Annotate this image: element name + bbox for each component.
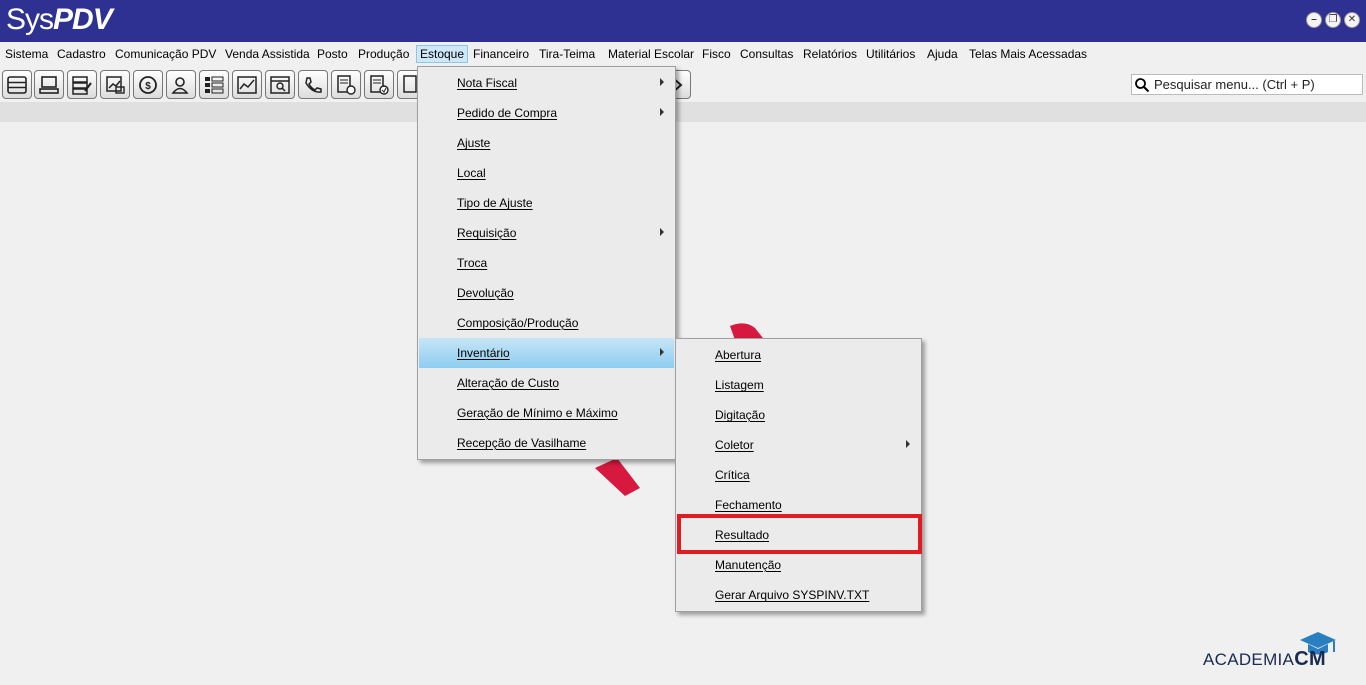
menu-producao[interactable]: Produção <box>356 46 411 62</box>
menu-item-geracao-minimo-maximo[interactable]: Geração de Mínimo e Máximo <box>419 398 674 428</box>
submenu-item-coletor[interactable]: Coletor <box>677 430 920 460</box>
menu-item-devolucao[interactable]: Devolução <box>419 278 674 308</box>
document-check-icon[interactable] <box>364 70 394 99</box>
menu-financeiro[interactable]: Financeiro <box>471 46 531 62</box>
menu-consultas[interactable]: Consultas <box>738 46 795 62</box>
academia-cm-logo: ACADEMIACM <box>1203 648 1326 670</box>
menu-tira-teima[interactable]: Tira-Teima <box>537 46 597 62</box>
menu-ajuda[interactable]: Ajuda <box>925 46 960 62</box>
close-icon[interactable]: ✕ <box>1344 12 1360 28</box>
submenu-item-critica[interactable]: Crítica <box>677 460 920 490</box>
menu-item-composicao-producao[interactable]: Composição/Produção <box>419 308 674 338</box>
menu-fisco[interactable]: Fisco <box>700 46 733 62</box>
inventario-submenu: Abertura Listagem Digitação Coletor Crít… <box>675 338 922 612</box>
menu-item-inventario[interactable]: Inventário <box>419 338 674 368</box>
menu-item-recepcao-vasilhame[interactable]: Recepção de Vasilhame <box>419 428 674 458</box>
menu-item-nota-fiscal[interactable]: Nota Fiscal <box>419 68 674 98</box>
menu-relatorios[interactable]: Relatórios <box>801 46 859 62</box>
submenu-item-digitacao[interactable]: Digitação <box>677 400 920 430</box>
menu-item-alteracao-de-custo[interactable]: Alteração de Custo <box>419 368 674 398</box>
submenu-arrow-icon <box>660 348 664 356</box>
computer-icon[interactable] <box>34 70 64 99</box>
menu-item-ajuste[interactable]: Ajuste <box>419 128 674 158</box>
minimize-icon[interactable]: – <box>1306 12 1322 28</box>
menu-bar: Sistema Cadastro Comunicação PDV Venda A… <box>0 42 1366 66</box>
grid-list-icon[interactable] <box>199 70 229 99</box>
menu-cadastro[interactable]: Cadastro <box>55 46 108 62</box>
submenu-item-abertura[interactable]: Abertura <box>677 340 920 370</box>
refresh-money-icon[interactable]: $ <box>133 70 163 99</box>
title-bar: SysPDV – ❐ ✕ <box>0 0 1366 42</box>
submenu-item-listagem[interactable]: Listagem <box>677 370 920 400</box>
submenu-arrow-icon <box>660 228 664 236</box>
menu-comunicacao-pdv[interactable]: Comunicação PDV <box>113 46 218 62</box>
search-placeholder: Pesquisar menu... (Ctrl + P) <box>1154 77 1315 92</box>
menu-item-pedido-de-compra[interactable]: Pedido de Compra <box>419 98 674 128</box>
users-icon[interactable] <box>166 70 196 99</box>
menu-utilitarios[interactable]: Utilitários <box>864 46 917 62</box>
menu-telas-mais-acessadas[interactable]: Telas Mais Acessadas <box>967 46 1089 62</box>
submenu-item-gerar-arquivo[interactable]: Gerar Arquivo SYSPINV.TXT <box>677 580 920 610</box>
svg-text:$: $ <box>145 81 151 92</box>
menu-item-requisicao[interactable]: Requisição <box>419 218 674 248</box>
server-edit-icon[interactable] <box>67 70 97 99</box>
submenu-arrow-icon <box>906 440 910 448</box>
document-chart-icon[interactable] <box>100 70 130 99</box>
menu-venda-assistida[interactable]: Venda Assistida <box>223 46 312 62</box>
document-add-icon[interactable] <box>331 70 361 99</box>
phone-icon[interactable] <box>298 70 328 99</box>
tab-strip <box>0 102 1366 122</box>
search-icon <box>1135 77 1150 92</box>
estoque-menu: Nota Fiscal Pedido de Compra Ajuste Loca… <box>417 66 676 460</box>
submenu-item-manutencao[interactable]: Manutenção <box>677 550 920 580</box>
submenu-arrow-icon <box>660 108 664 116</box>
restore-icon[interactable]: ❐ <box>1325 12 1341 28</box>
chart-icon[interactable] <box>232 70 262 99</box>
menu-item-tipo-de-ajuste[interactable]: Tipo de Ajuste <box>419 188 674 218</box>
menu-item-local[interactable]: Local <box>419 158 674 188</box>
menu-posto[interactable]: Posto <box>315 46 350 62</box>
list-icon[interactable] <box>2 70 32 99</box>
app-logo: SysPDV <box>6 3 113 36</box>
menu-item-troca[interactable]: Troca <box>419 248 674 278</box>
highlight-outline <box>677 514 922 554</box>
menu-material-escolar[interactable]: Material Escolar <box>606 46 696 62</box>
submenu-arrow-icon <box>660 78 664 86</box>
menu-estoque[interactable]: Estoque <box>416 45 469 63</box>
window-search-icon[interactable] <box>265 70 295 99</box>
menu-sistema[interactable]: Sistema <box>3 46 50 62</box>
search-input[interactable]: Pesquisar menu... (Ctrl + P) <box>1131 74 1363 95</box>
